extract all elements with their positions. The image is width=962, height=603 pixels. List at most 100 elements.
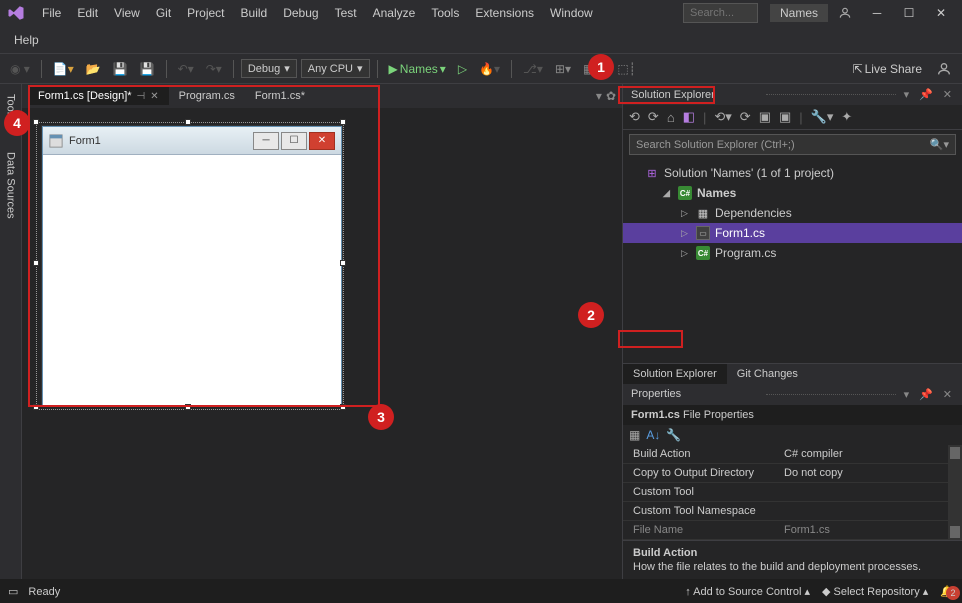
tb-icon[interactable]: ⬚┊ [613,60,640,78]
save-all-button[interactable]: 💾 [136,60,159,78]
scrollbar[interactable] [948,445,962,541]
menu-git[interactable]: Git [148,6,179,20]
preview-icon[interactable]: ✦ [841,109,852,125]
tree-solution[interactable]: ⊞ Solution 'Names' (1 of 1 project) [623,163,962,183]
live-share-button[interactable]: ⇱ Live Share [849,60,926,78]
close-icon[interactable]: ✕ [150,91,158,102]
property-row[interactable]: Full PathC:\Users\thrak\source\repos\N [623,540,962,541]
menu-build[interactable]: Build [233,6,276,20]
properties-icon[interactable]: 🔧▾ [811,109,834,125]
back-button[interactable]: ◉ ▾ [6,60,34,78]
output-icon[interactable]: ▭ [8,585,18,598]
menu-edit[interactable]: Edit [69,6,106,20]
chevron-down-icon[interactable]: ◢ [663,188,673,199]
winform-preview[interactable]: Form1 ─ ☐ ✕ [42,126,342,406]
data-sources-tab[interactable]: Data Sources [3,146,19,225]
tab-solution-explorer[interactable]: Solution Explorer [623,364,727,384]
menu-tools[interactable]: Tools [423,6,467,20]
menu-window[interactable]: Window [542,6,601,20]
close-icon[interactable]: ✕ [941,388,954,401]
status-bar: ▭ Ready ↑ Add to Source Control ▴ ◆ Sele… [0,579,962,603]
property-row[interactable]: Build ActionC# compiler [623,445,962,464]
tab-overflow-button[interactable]: ▾ [596,89,602,103]
add-source-control[interactable]: ↑ Add to Source Control ▴ [685,585,810,598]
menu-analyze[interactable]: Analyze [365,6,424,20]
menu-view[interactable]: View [106,6,148,20]
tree-form1[interactable]: ▷ ▭ Form1.cs [623,223,962,243]
property-row[interactable]: Copy to Output DirectoryDo not copy [623,464,962,483]
form-icon [49,134,63,148]
step-button[interactable]: ⎇▾ [519,60,547,78]
select-repository[interactable]: ◆ Select Repository ▴ [822,585,928,598]
open-button[interactable]: 📂 [82,60,105,78]
maximize-button[interactable]: ☐ [894,2,924,24]
properties-header: Properties ▾ 📌 ✕ [623,384,962,405]
tree-dependencies[interactable]: ▷ ▦ Dependencies [623,203,962,223]
csharp-file-icon: C# [696,246,710,260]
winform-max-button[interactable]: ☐ [281,132,307,150]
dropdown-icon[interactable]: ▾ [902,388,912,401]
forward-icon[interactable]: ⟳ [648,109,659,125]
solution-explorer-toolbar: ⟲ ⟳ ⌂ ◧ | ⟲▾ ⟳ ▣ ▣ | 🔧▾ ✦ [623,105,962,130]
status-ready: Ready [28,586,60,598]
solution-search[interactable]: Search Solution Explorer (Ctrl+;) 🔍▾ [629,134,956,155]
tab-program[interactable]: Program.cs [169,87,245,105]
notifications-icon[interactable]: 🔔2 [940,585,954,598]
property-row[interactable]: File NameForm1.cs [623,521,962,540]
menu-extensions[interactable]: Extensions [467,6,542,20]
close-button[interactable]: ✕ [926,2,956,24]
minimize-button[interactable]: ─ [862,2,892,24]
start-no-debug-button[interactable]: ▷ [454,60,471,78]
new-item-button[interactable]: 📄▾ [49,60,78,78]
collapse-icon[interactable]: ▣ [759,109,771,125]
design-surface[interactable]: Form1 ─ ☐ ✕ [22,108,622,579]
property-row[interactable]: Custom Tool [623,483,962,502]
winform-min-button[interactable]: ─ [253,132,279,150]
form-file-icon: ▭ [696,226,710,240]
tab-form-code[interactable]: Form1.cs* [245,87,315,105]
platform-dropdown[interactable]: Any CPU ▾ [301,59,370,78]
dropdown-icon[interactable]: ▾ [902,88,912,101]
wrench-icon[interactable]: 🔧 [666,428,681,442]
feedback-icon[interactable] [932,59,956,79]
pin-icon[interactable]: ⊣ [137,91,146,102]
annotation-2: 2 [578,302,604,328]
winform-close-button[interactable]: ✕ [309,132,335,150]
show-all-icon[interactable]: ▣ [779,109,791,125]
menu-debug[interactable]: Debug [275,6,326,20]
pin-icon[interactable]: 📌 [917,388,935,401]
chevron-right-icon[interactable]: ▷ [681,228,691,239]
undo-button[interactable]: ↶▾ [174,60,198,78]
search-input[interactable] [683,3,758,23]
menu-project[interactable]: Project [179,6,232,20]
tb-icon[interactable]: ⊞▾ [551,60,575,78]
switch-view-icon[interactable]: ◧ [683,109,695,125]
menu-help[interactable]: Help [6,33,47,47]
menu-file[interactable]: File [34,6,69,20]
menu-test[interactable]: Test [327,6,365,20]
annotation-1: 1 [588,54,614,80]
back-icon[interactable]: ⟲ [629,109,640,125]
tab-git-changes[interactable]: Git Changes [727,364,808,384]
config-dropdown[interactable]: Debug ▾ [241,59,297,78]
redo-button[interactable]: ↷▾ [202,60,226,78]
hot-reload-icon[interactable]: 🔥▾ [475,60,504,78]
pin-icon[interactable]: 📌 [917,88,935,101]
property-row[interactable]: Custom Tool Namespace [623,502,962,521]
chevron-right-icon[interactable]: ▷ [681,208,691,219]
refresh-icon[interactable]: ⟳ [740,109,751,125]
tree-project[interactable]: ◢ C# Names [623,183,962,203]
save-button[interactable]: 💾 [109,60,132,78]
sync-icon[interactable]: ⟲▾ [714,109,731,125]
tree-program[interactable]: ▷ C# Program.cs [623,243,962,263]
home-icon[interactable]: ⌂ [667,110,675,125]
user-icon[interactable] [830,2,860,24]
start-button[interactable]: ▶ Names ▾ [385,60,450,78]
alphabetical-icon[interactable]: A↓ [646,428,660,442]
close-icon[interactable]: ✕ [941,88,954,101]
tab-form-design[interactable]: Form1.cs [Design]* ⊣ ✕ [28,87,169,105]
categorized-icon[interactable]: ▦ [629,428,640,442]
tab-settings-icon[interactable]: ✿ [606,89,616,103]
chevron-right-icon[interactable]: ▷ [681,248,691,259]
csharp-project-icon: C# [678,186,692,200]
